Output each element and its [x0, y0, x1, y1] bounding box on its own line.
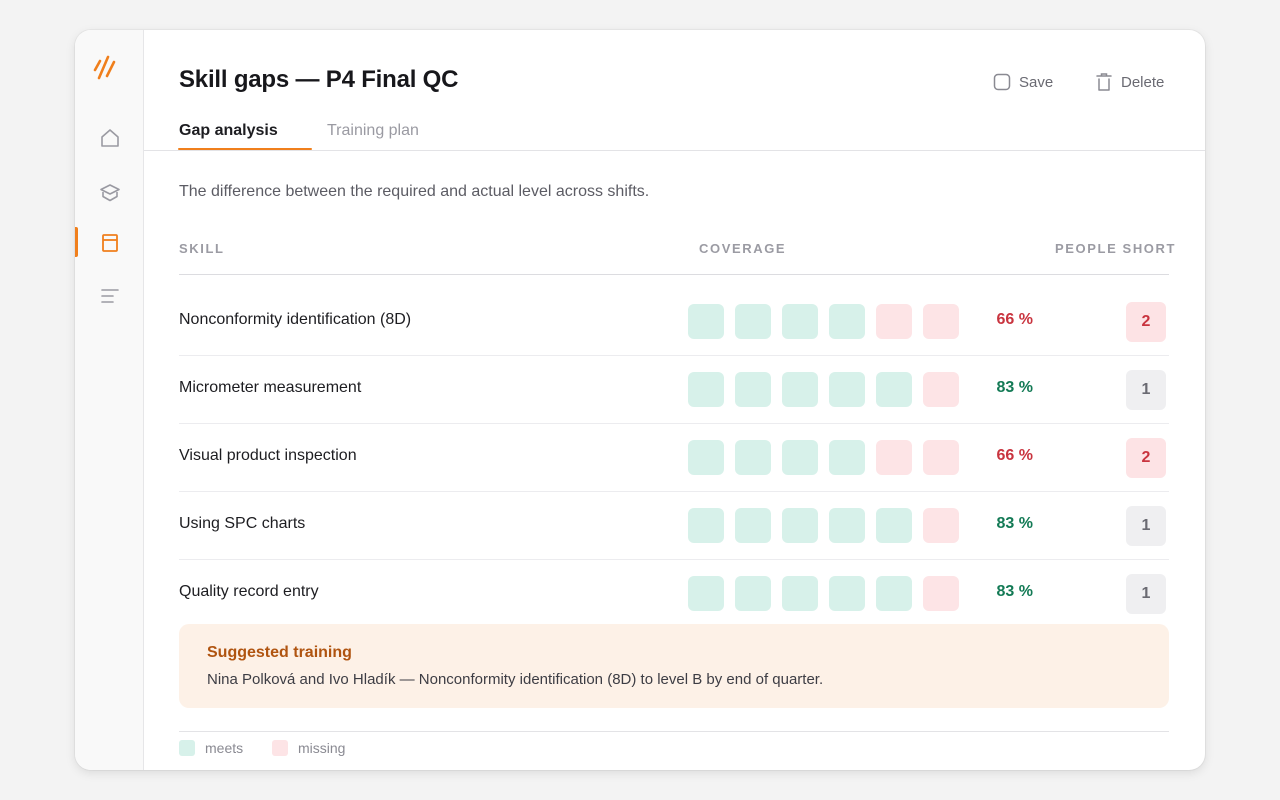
table-row[interactable]: Using SPC charts 83 % 1 — [179, 492, 1169, 560]
coverage-cell-meets — [829, 440, 865, 475]
coverage-cell-meets — [829, 372, 865, 407]
trash-icon — [1096, 73, 1112, 91]
save-label: Save — [1019, 73, 1054, 91]
coverage-cells — [688, 576, 959, 611]
skill-name: Micrometer measurement — [179, 379, 362, 396]
suggested-training-callout: Suggested training Nina Polková and Ivo … — [179, 624, 1169, 708]
coverage-cells — [688, 440, 959, 475]
skill-name: Nonconformity identification (8D) — [179, 311, 412, 328]
table-row[interactable]: Visual product inspection 66 % 2 — [179, 424, 1169, 492]
coverage-cells — [688, 304, 959, 339]
coverage-cell-meets — [735, 304, 771, 339]
table-row[interactable]: Micrometer measurement 83 % 1 — [179, 356, 1169, 424]
coverage-percent: 83 % — [996, 583, 1033, 600]
legend-meets: meets — [179, 740, 243, 756]
meets-swatch — [179, 740, 195, 756]
calendar-icon — [101, 234, 118, 252]
table-row[interactable]: Quality record entry 83 % 1 — [179, 560, 1169, 628]
main-panel: Skill gaps — P4 Final QC Save Delete Gap… — [144, 30, 1205, 770]
legend-meets-label: meets — [205, 740, 244, 756]
sidebar-item-layers[interactable] — [75, 177, 144, 209]
coverage-cell-meets — [782, 304, 818, 339]
coverage-cell-meets — [829, 508, 865, 543]
coverage-cell-meets — [782, 508, 818, 543]
coverage-cell-meets — [688, 576, 724, 611]
coverage-cells — [688, 372, 959, 407]
legend-missing-label: missing — [298, 740, 346, 756]
people-short-badge: 1 — [1126, 370, 1166, 410]
coverage-cell-meets — [876, 508, 912, 543]
legend-missing: missing — [272, 740, 345, 756]
coverage-cell-meets — [735, 576, 771, 611]
delete-button[interactable]: Delete — [1095, 70, 1164, 94]
table-row[interactable]: Nonconformity identification (8D) 66 % 2 — [179, 288, 1169, 356]
coverage-cell-meets — [688, 372, 724, 407]
coverage-cell-meets — [735, 372, 771, 407]
app-window: Skill gaps — P4 Final QC Save Delete Gap… — [75, 30, 1205, 770]
tab-bar: Gap analysis Training plan — [144, 118, 1205, 151]
coverage-cell-meets — [735, 440, 771, 475]
coverage-cell-meets — [782, 576, 818, 611]
callout-title: Suggested training — [207, 644, 352, 661]
legend-divider — [179, 731, 1169, 732]
coverage-cells — [688, 508, 959, 543]
coverage-percent: 66 % — [996, 447, 1033, 464]
page-title: Skill gaps — P4 Final QC — [179, 66, 459, 93]
coverage-cell-missing — [876, 304, 912, 339]
active-tab-indicator — [178, 148, 312, 150]
people-short-badge: 1 — [1126, 506, 1166, 546]
skill-name: Visual product inspection — [179, 447, 357, 464]
coverage-cell-meets — [829, 304, 865, 339]
people-short-badge: 2 — [1126, 438, 1166, 478]
header-divider — [179, 274, 1169, 275]
sidebar — [75, 30, 144, 770]
page-description: The difference between the required and … — [179, 183, 650, 200]
brand-logo — [93, 55, 116, 80]
skill-name: Using SPC charts — [179, 515, 306, 532]
coverage-cell-meets — [688, 440, 724, 475]
coverage-percent: 83 % — [996, 379, 1033, 396]
sidebar-item-calendar[interactable] — [75, 227, 144, 259]
callout-body: Nina Polková and Ivo Hladík — Nonconform… — [207, 671, 824, 688]
home-icon — [100, 129, 119, 147]
sidebar-item-home[interactable] — [75, 122, 144, 154]
tab-gap-analysis[interactable]: Gap analysis — [179, 122, 278, 140]
coverage-cell-meets — [688, 508, 724, 543]
delete-label: Delete — [1121, 73, 1165, 91]
coverage-cell-missing — [876, 440, 912, 475]
people-short-badge: 1 — [1126, 574, 1166, 614]
people-short-badge: 2 — [1126, 302, 1166, 342]
missing-swatch — [272, 740, 288, 756]
skill-name: Quality record entry — [179, 583, 319, 600]
column-header-people-short: PEOPLE SHORT — [1055, 241, 1177, 256]
list-icon — [100, 289, 119, 303]
checkbox-icon — [993, 73, 1011, 91]
column-header-coverage: COVERAGE — [699, 241, 787, 256]
coverage-cell-meets — [688, 304, 724, 339]
column-header-skill: SKILL — [179, 241, 225, 256]
coverage-cell-meets — [876, 372, 912, 407]
save-button[interactable]: Save — [993, 70, 1053, 94]
coverage-cell-meets — [735, 508, 771, 543]
tab-training-plan[interactable]: Training plan — [327, 122, 419, 140]
coverage-cell-meets — [782, 440, 818, 475]
coverage-percent: 83 % — [996, 515, 1033, 532]
layers-icon — [99, 184, 120, 202]
sidebar-item-list[interactable] — [75, 280, 144, 312]
coverage-cell-meets — [829, 576, 865, 611]
coverage-cell-meets — [876, 576, 912, 611]
coverage-cell-meets — [782, 372, 818, 407]
coverage-percent: 66 % — [996, 311, 1033, 328]
